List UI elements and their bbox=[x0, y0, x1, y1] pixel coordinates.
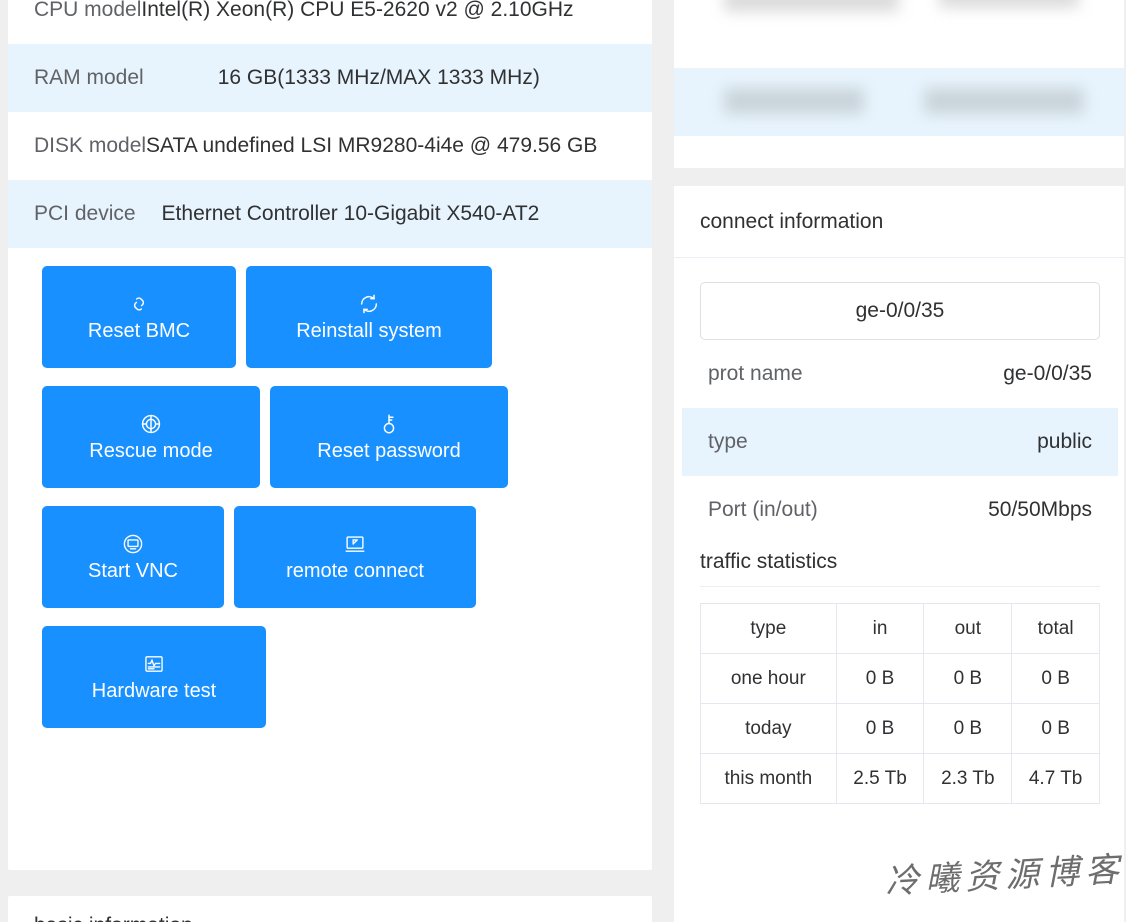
table-cell-type: today bbox=[700, 703, 837, 754]
table-cell-in: 0 B bbox=[835, 703, 925, 754]
table-cell-total: 4.7 Tb bbox=[1011, 753, 1100, 804]
kv-row-prot-name: prot name ge-0/0/35 bbox=[700, 340, 1100, 408]
right-column: connect information ge-0/0/35 prot name … bbox=[674, 0, 1126, 922]
basic-information-card: basic information bbox=[8, 896, 652, 922]
reset-password-button[interactable]: Reset password bbox=[270, 386, 508, 488]
table-row: today 0 B 0 B 0 B bbox=[700, 703, 1100, 754]
table-cell-in: 0 B bbox=[835, 653, 925, 704]
traffic-statistics-table: type in out total one hour 0 B 0 B 0 B t… bbox=[700, 603, 1100, 804]
redacted-bar bbox=[724, 88, 864, 114]
table-header-cell: in bbox=[835, 603, 925, 654]
redacted-bar bbox=[924, 88, 1084, 114]
table-cell-type: this month bbox=[700, 753, 837, 804]
reset-bmc-button[interactable]: Reset BMC bbox=[42, 266, 236, 368]
kv-key: prot name bbox=[708, 362, 803, 385]
table-header-cell: type bbox=[700, 603, 837, 654]
hardware-info-card: CPU model Intel(R) Xeon(R) CPU E5-2620 v… bbox=[8, 0, 652, 870]
reinstall-system-button[interactable]: Reinstall system bbox=[246, 266, 492, 368]
button-label: Reset password bbox=[317, 440, 461, 462]
hardware-test-button[interactable]: Hardware test bbox=[42, 626, 266, 728]
button-label: Reset BMC bbox=[87, 320, 191, 342]
spec-label: PCI device bbox=[34, 202, 136, 225]
port-selector-tab[interactable]: ge-0/0/35 bbox=[700, 282, 1100, 340]
table-header-row: type in out total bbox=[700, 603, 1100, 654]
spec-row-ram-model: RAM model 16 GB(1333 MHz/MAX 1333 MHz) bbox=[8, 44, 652, 112]
table-cell-total: 0 B bbox=[1011, 703, 1100, 754]
kv-key: type bbox=[708, 430, 748, 453]
table-cell-out: 0 B bbox=[923, 653, 1013, 704]
spec-label: RAM model bbox=[34, 66, 144, 89]
kv-value: 50/50Mbps bbox=[988, 498, 1092, 521]
action-button-grid: Reset BMC Reinstall system Rescue mode R… bbox=[8, 248, 568, 746]
spec-value: Ethernet Controller 10-Gigabit X540-AT2 bbox=[161, 202, 540, 225]
basic-information-title: basic information bbox=[8, 896, 652, 922]
table-cell-total: 0 B bbox=[1011, 653, 1100, 704]
link-chain-icon bbox=[128, 293, 150, 315]
column-gap bbox=[660, 0, 674, 922]
rescue-mode-button[interactable]: Rescue mode bbox=[42, 386, 260, 488]
start-vnc-button[interactable]: Start VNC bbox=[42, 506, 224, 608]
kv-row-port-in-out: Port (in/out) 50/50Mbps bbox=[700, 476, 1100, 544]
page-root: CPU model Intel(R) Xeon(R) CPU E5-2620 v… bbox=[0, 0, 1126, 922]
spec-label: CPU model bbox=[34, 0, 142, 21]
button-label: Rescue mode bbox=[89, 440, 213, 462]
table-cell-out: 0 B bbox=[923, 703, 1013, 754]
kv-value: ge-0/0/35 bbox=[1003, 362, 1092, 385]
button-label: Reinstall system bbox=[296, 320, 442, 342]
kv-value: public bbox=[1037, 430, 1092, 453]
redacted-info-card bbox=[674, 0, 1126, 168]
table-header-cell: total bbox=[1011, 603, 1100, 654]
redacted-bar bbox=[939, 0, 1079, 8]
table-cell-in: 2.5 Tb bbox=[835, 753, 925, 804]
spec-value: Intel(R) Xeon(R) CPU E5-2620 v2 @ 2.10GH… bbox=[141, 0, 574, 21]
table-row: this month 2.5 Tb 2.3 Tb 4.7 Tb bbox=[700, 753, 1100, 804]
button-label: remote connect bbox=[286, 560, 424, 582]
spec-label: DISK model bbox=[34, 134, 147, 157]
spec-value: SATA undefined LSI MR9280-4i4e @ 479.56 … bbox=[146, 134, 598, 157]
traffic-statistics-title: traffic statistics bbox=[700, 544, 1100, 587]
table-row: one hour 0 B 0 B 0 B bbox=[700, 653, 1100, 704]
redacted-row-2 bbox=[674, 68, 1126, 136]
key-icon bbox=[378, 413, 400, 435]
table-cell-out: 2.3 Tb bbox=[923, 753, 1013, 804]
button-label: Start VNC bbox=[87, 560, 179, 582]
remote-connect-button[interactable]: remote connect bbox=[234, 506, 476, 608]
kv-key: Port (in/out) bbox=[708, 498, 818, 521]
spec-row-pci-device: PCI device Ethernet Controller 10-Gigabi… bbox=[8, 180, 652, 248]
redacted-bar bbox=[724, 0, 899, 12]
lifebuoy-icon bbox=[140, 413, 162, 435]
button-label: Hardware test bbox=[91, 680, 217, 702]
refresh-cycle-icon bbox=[358, 293, 380, 315]
connect-information-body: ge-0/0/35 prot name ge-0/0/35 type publi… bbox=[674, 258, 1126, 804]
spec-value: 16 GB(1333 MHz/MAX 1333 MHz) bbox=[217, 66, 540, 89]
kv-row-type: type public bbox=[682, 408, 1118, 476]
spec-row-disk-model: DISK model SATA undefined LSI MR9280-4i4… bbox=[8, 112, 652, 180]
table-header-cell: out bbox=[923, 603, 1013, 654]
left-column: CPU model Intel(R) Xeon(R) CPU E5-2620 v… bbox=[0, 0, 660, 922]
remote-screen-icon bbox=[344, 533, 366, 555]
monitor-waveform-icon bbox=[143, 653, 165, 675]
redacted-row-1 bbox=[674, 0, 1126, 40]
connect-information-card: connect information ge-0/0/35 prot name … bbox=[674, 186, 1126, 922]
vnc-monitor-icon bbox=[122, 533, 144, 555]
table-cell-type: one hour bbox=[700, 653, 837, 704]
spec-row-cpu-model: CPU model Intel(R) Xeon(R) CPU E5-2620 v… bbox=[8, 0, 652, 44]
connect-information-title: connect information bbox=[674, 186, 1126, 258]
